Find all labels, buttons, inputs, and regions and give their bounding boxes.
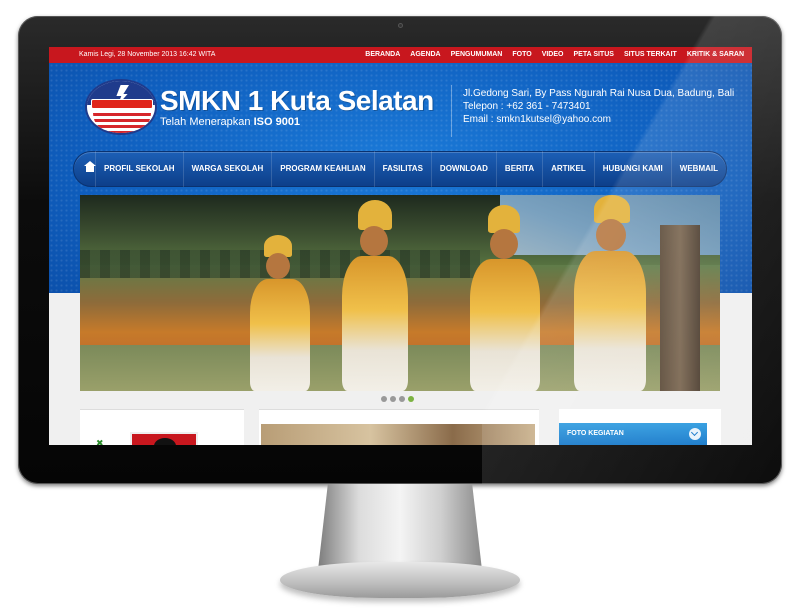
nav-warga-sekolah[interactable]: WARGA SEKOLAH bbox=[184, 151, 273, 187]
dancer-figure bbox=[460, 205, 550, 391]
top-utility-bar: Kamis Legi, 28 November 2013 16:42 WITA … bbox=[49, 47, 752, 63]
nav-download[interactable]: DOWNLOAD bbox=[432, 151, 497, 187]
contact-info: Jl.Gedong Sari, By Pass Ngurah Rai Nusa … bbox=[463, 87, 734, 126]
top-link-situs-terkait[interactable]: SITUS TERKAIT bbox=[624, 47, 677, 63]
school-logo[interactable] bbox=[85, 79, 157, 135]
middle-column bbox=[259, 409, 539, 445]
top-nav: BERANDA AGENDA PENGUMUMAN FOTO VIDEO PET… bbox=[365, 47, 744, 63]
nav-hubungi-kami[interactable]: HUBUNGI KAMI bbox=[595, 151, 672, 187]
nav-berita[interactable]: BERITA bbox=[497, 151, 544, 187]
browser-screen: Kamis Legi, 28 November 2013 16:42 WITA … bbox=[49, 47, 752, 445]
article-image[interactable] bbox=[261, 424, 535, 445]
slider-pagination bbox=[381, 396, 414, 402]
site-title[interactable]: SMKN 1 Kuta Selatan bbox=[160, 85, 434, 117]
nav-home-button[interactable] bbox=[83, 151, 97, 187]
foto-kegiatan-title: FOTO KEGIATAN bbox=[567, 430, 624, 437]
top-link-peta-situs[interactable]: PETA SITUS bbox=[573, 47, 613, 63]
right-column: FOTO KEGIATAN bbox=[559, 409, 721, 445]
header-divider bbox=[451, 85, 452, 137]
monitor-frame: Kamis Legi, 28 November 2013 16:42 WITA … bbox=[18, 16, 782, 484]
monitor-stand-base bbox=[280, 562, 520, 598]
foto-kegiatan-header[interactable]: FOTO KEGIATAN bbox=[559, 423, 707, 445]
contact-email[interactable]: Email : smkn1kutsel@yahoo.com bbox=[463, 113, 734, 126]
slider-dot-active[interactable] bbox=[408, 396, 414, 402]
leaf-icon: ✖ bbox=[96, 438, 104, 445]
date-display: Kamis Legi, 28 November 2013 16:42 WITA bbox=[79, 51, 216, 58]
hero-slider-image[interactable] bbox=[80, 195, 720, 391]
left-column: ✖ bbox=[80, 409, 244, 445]
camera-icon bbox=[398, 23, 403, 28]
monitor-stand-neck bbox=[318, 484, 482, 570]
top-link-beranda[interactable]: BERANDA bbox=[365, 47, 400, 63]
top-link-kritik-saran[interactable]: KRITIK & SARAN bbox=[687, 47, 744, 63]
slider-dot[interactable] bbox=[399, 396, 405, 402]
dancer-figure bbox=[330, 200, 420, 391]
principal-photo[interactable] bbox=[130, 432, 198, 445]
top-link-pengumuman[interactable]: PENGUMUMAN bbox=[451, 47, 503, 63]
slider-dot[interactable] bbox=[390, 396, 396, 402]
top-link-foto[interactable]: FOTO bbox=[512, 47, 531, 63]
contact-address: Jl.Gedong Sari, By Pass Ngurah Rai Nusa … bbox=[463, 88, 735, 99]
site-subtitle: Telah Menerapkan ISO 9001 bbox=[160, 116, 301, 128]
nav-artikel[interactable]: ARTIKEL bbox=[543, 151, 595, 187]
nav-fasilitas[interactable]: FASILITAS bbox=[375, 151, 432, 187]
top-link-agenda[interactable]: AGENDA bbox=[410, 47, 440, 63]
slider-dot[interactable] bbox=[381, 396, 387, 402]
nav-webmail[interactable]: WEBMAIL bbox=[672, 151, 726, 187]
chevron-down-icon[interactable] bbox=[689, 428, 701, 440]
dancer-figure bbox=[240, 235, 320, 391]
nav-profil-sekolah[interactable]: PROFIL SEKOLAH bbox=[96, 151, 184, 187]
contact-phone: Telepon : +62 361 - 7473401 bbox=[463, 101, 591, 112]
dancer-figure bbox=[560, 195, 660, 391]
home-icon bbox=[83, 160, 96, 174]
main-nav: PROFIL SEKOLAH WARGA SEKOLAH PROGRAM KEA… bbox=[73, 151, 727, 187]
top-link-video[interactable]: VIDEO bbox=[542, 47, 564, 63]
nav-program-keahlian[interactable]: PROGRAM KEAHLIAN bbox=[272, 151, 375, 187]
